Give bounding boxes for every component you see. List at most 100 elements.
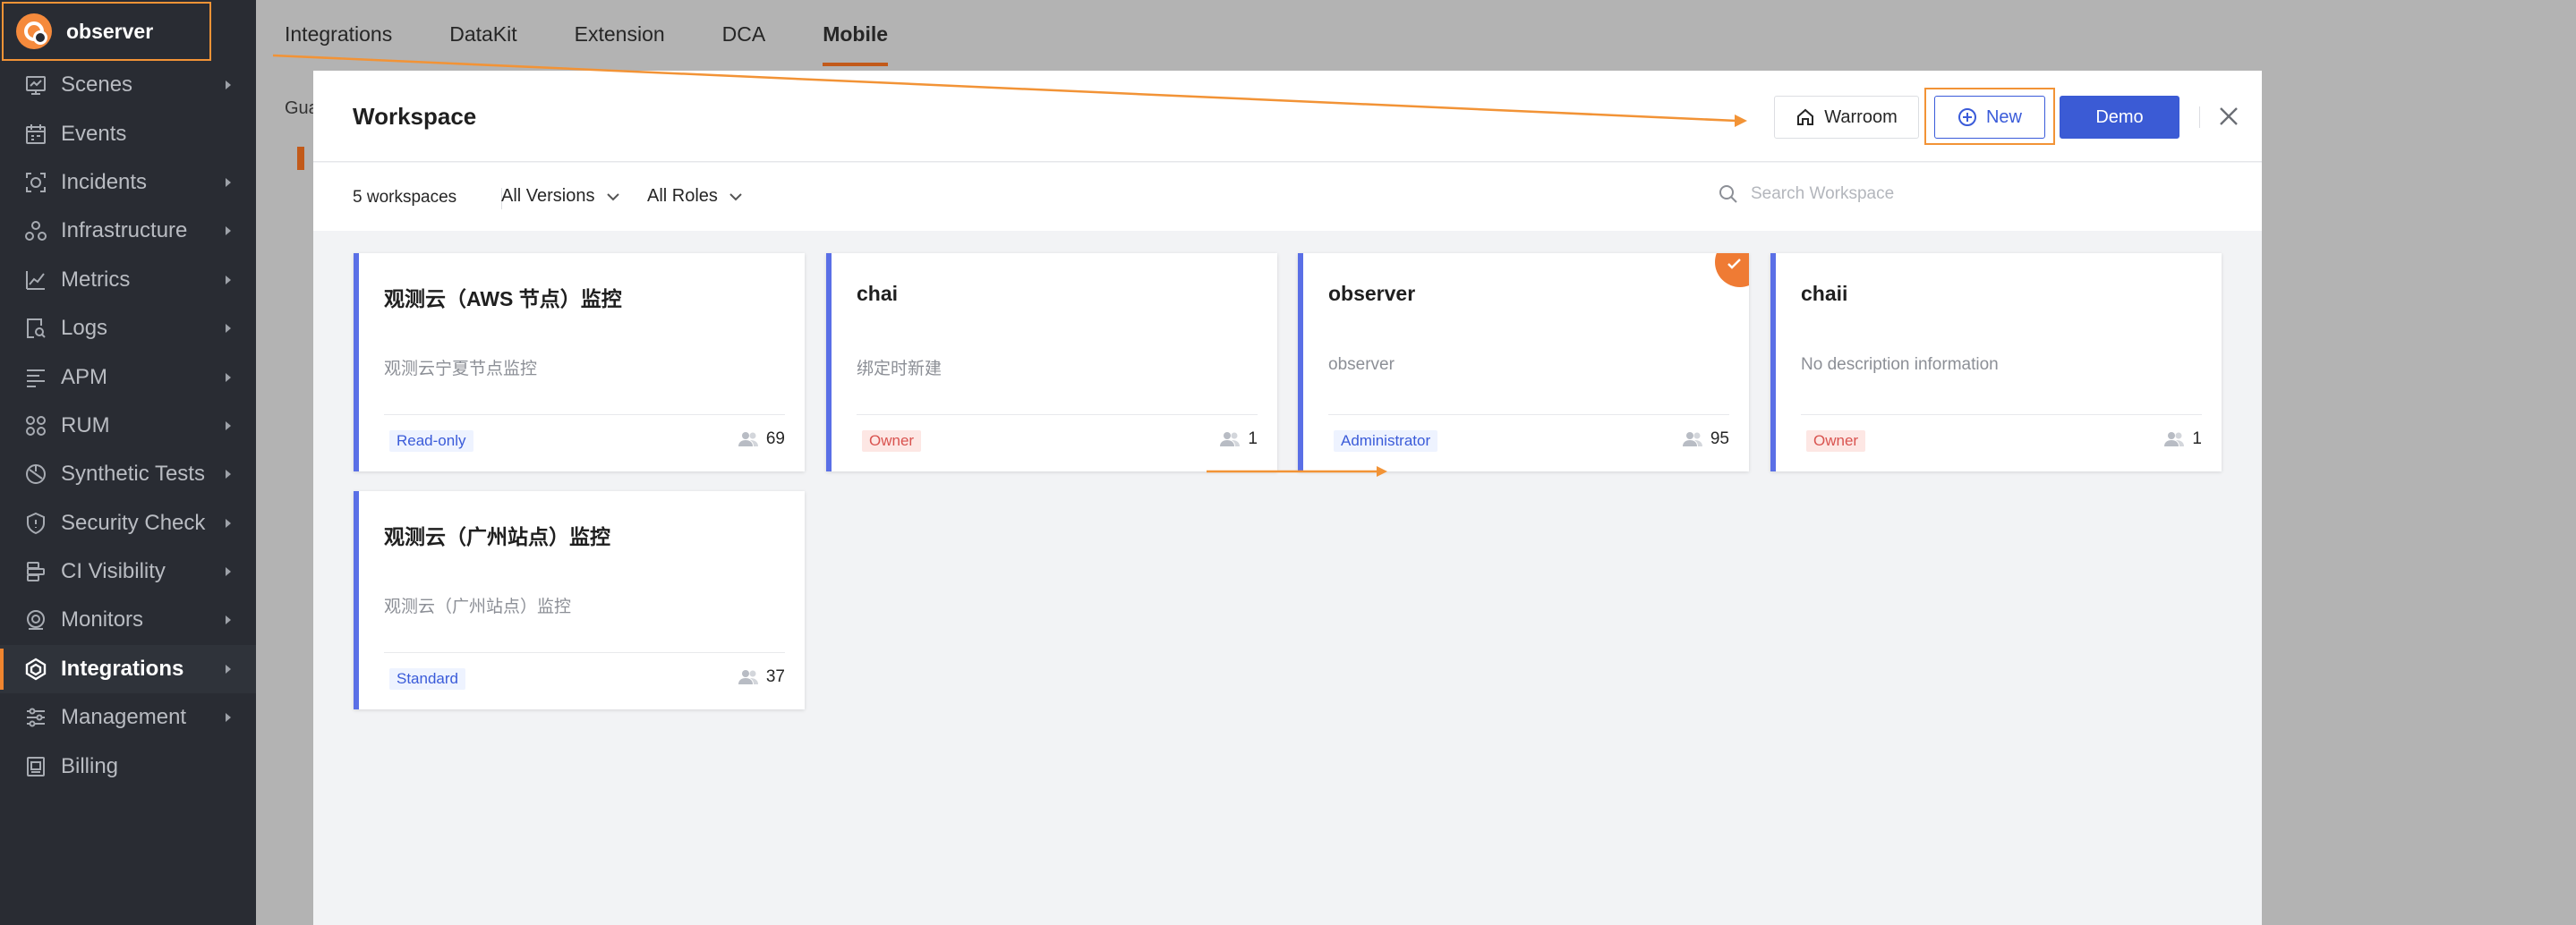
workspace-card[interactable]: chai 绑定时新建 Owner 1 [826,253,1277,471]
caret-right-icon [226,226,231,236]
members-icon [738,669,759,685]
members-icon [738,431,759,447]
workspace-description: 观测云宁夏节点监控 [384,360,538,378]
sidebar-item-metrics[interactable]: Metrics [0,256,256,304]
member-count-value: 95 [1710,429,1729,448]
sidebar-item-label: Logs [61,316,108,341]
sidebar-item-label: Integrations [61,656,184,681]
sidebar-item-apm[interactable]: APM [0,352,256,401]
sidebar-item-security-check[interactable]: Security Check [0,499,256,547]
sidebar-item-logs[interactable]: Logs [0,304,256,352]
sidebar-item-label: APM [61,364,108,389]
management-icon [23,705,48,730]
workspace-title: chaii [1801,282,1848,305]
workspace-card[interactable]: 观测云（AWS 节点）监控 观测云宁夏节点监控 Read-only 69 [354,253,805,471]
sidebar-item-integrations[interactable]: Integrations [0,644,256,694]
members-icon [1682,431,1703,447]
member-count-value: 1 [2192,429,2202,448]
sidebar-item-label: Scenes [61,72,133,98]
card-divider [857,414,1258,415]
roles-filter-label: All Roles [647,186,718,206]
role-badge: Read-only [389,430,473,452]
tab-extension[interactable]: Extension [575,0,665,68]
warroom-button[interactable]: Warroom [1774,96,1919,139]
role-badge: Owner [1806,430,1866,452]
caret-right-icon [226,470,231,479]
synthetic-tests-icon [23,462,48,487]
workspace-name: observer [66,19,154,43]
card-divider [384,414,785,415]
sidebar-item-ci-visibility[interactable]: CI Visibility [0,547,256,596]
sidebar-item-label: Monitors [61,607,144,632]
caret-right-icon [226,324,231,334]
background-marker [297,147,304,170]
sidebar-item-label: Synthetic Tests [61,462,205,487]
sidebar-item-synthetic-tests[interactable]: Synthetic Tests [0,450,256,498]
sidebar-item-rum[interactable]: RUM [0,402,256,450]
sidebar-item-billing[interactable]: Billing [0,742,256,790]
card-divider [384,652,785,653]
workspace-card-current[interactable]: observer observer Administrator 95 [1298,253,1749,471]
filter-bar: 5 workspaces All Versions All Roles [313,163,2262,231]
sidebar-item-events[interactable]: Events [0,109,256,157]
member-count: 37 [738,667,785,687]
infrastructure-icon [23,218,48,243]
workspace-count: 5 workspaces [353,188,457,207]
roles-filter[interactable]: All Roles [647,186,743,207]
caret-right-icon [226,713,231,723]
integrations-icon [23,657,48,682]
member-count: 95 [1682,429,1729,449]
member-count-value: 69 [765,429,785,448]
member-count: 1 [2163,429,2202,449]
chevron-down-icon [729,191,743,202]
sidebar-item-scenes[interactable]: Scenes [0,61,256,109]
chevron-down-icon [606,191,620,202]
plus-circle-icon [1958,107,1977,127]
member-count-value: 37 [765,667,785,686]
versions-filter-label: All Versions [501,186,595,206]
member-count-value: 1 [1248,429,1258,448]
tab-integrations[interactable]: Integrations [285,0,392,68]
workspace-title: 观测云（AWS 节点）监控 [384,287,622,310]
members-icon [1219,431,1241,447]
sidebar-item-monitors[interactable]: Monitors [0,596,256,644]
monitors-icon [23,607,48,632]
workspace-title: 观测云（广州站点）监控 [384,525,610,548]
caret-right-icon [226,664,231,674]
sidebar-item-label: Incidents [61,169,148,194]
sidebar-item-incidents[interactable]: Incidents [0,158,256,207]
workspace-switcher[interactable]: observer [2,2,211,61]
workspace-title: observer [1328,282,1416,305]
search-box [1719,184,2019,204]
sidebar-item-infrastructure[interactable]: Infrastructure [0,207,256,255]
sidebar-item-management[interactable]: Management [0,693,256,742]
caret-right-icon [226,420,231,430]
ci-visibility-icon [23,559,48,584]
current-workspace-badge [1715,253,1749,287]
card-divider [1801,414,2202,415]
tab-datakit[interactable]: DataKit [449,0,516,68]
tab-mobile[interactable]: Mobile [823,0,888,68]
role-badge: Owner [862,430,922,452]
tab-dca[interactable]: DCA [722,0,766,68]
demo-button[interactable]: Demo [2060,96,2179,139]
incidents-icon [23,170,48,195]
new-workspace-button[interactable]: New [1934,96,2045,139]
shield-icon [23,511,48,536]
close-icon[interactable] [2215,103,2242,130]
billing-icon [23,754,48,779]
sidebar-item-label: Management [61,705,187,730]
role-badge: Standard [389,668,465,690]
caret-right-icon [226,275,231,284]
modal-title: Workspace [353,103,477,130]
home-icon [1796,107,1815,127]
workspace-card[interactable]: 观测云（广州站点）监控 观测云（广州站点）监控 Standard 37 [354,491,805,709]
events-icon [23,122,48,147]
top-tabs: Integrations DataKit Extension DCA Mobil… [256,0,2576,68]
versions-filter[interactable]: All Versions [501,186,620,207]
metrics-icon [23,267,48,293]
workspace-description: No description information [1801,355,1999,374]
search-input[interactable] [1751,184,2019,204]
sidebar-item-label: CI Visibility [61,559,166,584]
workspace-card[interactable]: chaii No description information Owner 1 [1770,253,2222,471]
